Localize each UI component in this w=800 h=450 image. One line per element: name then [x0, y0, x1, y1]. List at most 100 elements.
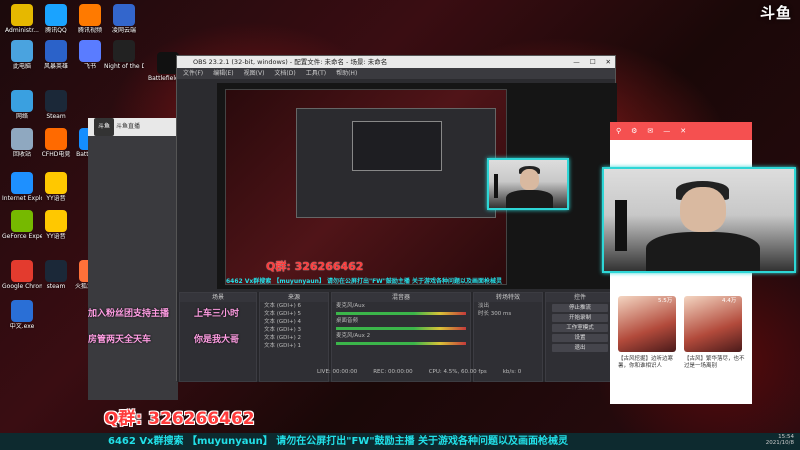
- controls-dock[interactable]: 控件 停止推流 开始录制 工作室模式 设置 退出: [545, 292, 615, 382]
- qq-group-overlay: Q群: 326266462: [104, 409, 255, 429]
- desktop-icon-label: 凌网云端: [111, 27, 136, 34]
- danmu-message: 加入粉丝团支持主播: [88, 309, 170, 319]
- source-item[interactable]: 文本 (GDI+) 6: [260, 302, 328, 310]
- source-item[interactable]: 文本 (GDI+) 5: [260, 310, 328, 318]
- app-icon: [45, 128, 67, 150]
- obs-menubar: 文件(F) 编辑(E) 视图(V) 文档(D) 工具(T) 帮助(H): [177, 68, 615, 79]
- douyu-watermark-logo: 斗鱼: [759, 4, 792, 22]
- status-bitrate: kb/s: 0: [502, 369, 522, 375]
- preview-webcam-frame: [487, 158, 569, 210]
- menu-docks[interactable]: 文档(D): [274, 68, 295, 79]
- playlist-caption[interactable]: 【古风挖掘】边听边寒暑，你和谁相识人: [618, 356, 678, 370]
- desktop-icon[interactable]: Steam: [36, 90, 76, 120]
- sources-dock-title: 来源: [260, 293, 328, 302]
- minimize-icon[interactable]: —: [573, 56, 580, 68]
- app-icon: [45, 90, 67, 112]
- app-icon: [11, 40, 33, 62]
- menu-tools[interactable]: 工具(T): [306, 68, 326, 79]
- douyu-logo: 斗鱼: [94, 118, 115, 136]
- duration-input[interactable]: 300 ms: [491, 311, 511, 317]
- danmu-message: 你是我大哥: [194, 335, 240, 345]
- start-recording-button[interactable]: 开始录制: [552, 314, 608, 322]
- mixer-channel-label: 麦克风/Aux 2: [336, 333, 371, 339]
- mixer-dock-title: 混音器: [332, 293, 470, 302]
- desktop-icon-label: YY语音: [46, 195, 66, 202]
- exit-button[interactable]: 退出: [552, 344, 608, 352]
- studio-mode-button[interactable]: 工作室模式: [552, 324, 608, 332]
- music-app-toolbar: ⚲ ⚙ ✉ — ✕: [610, 122, 752, 140]
- source-item[interactable]: 文本 (GDI+) 3: [260, 326, 328, 334]
- desktop-icon-label: Night of the Dead: [104, 63, 144, 70]
- desktop-icon[interactable]: 凌网云端: [104, 4, 144, 34]
- status-live: LIVE: 00:00:00: [317, 369, 358, 375]
- preview-ticker-text: 6462 Vx群搜索 【muyunyaun】 请勿在公屏打出"FW"鼓励主播 关…: [226, 278, 503, 285]
- obs-titlebar[interactable]: OBS 23.2.1 (32-bit, windows) - 配置文件: 未命名…: [177, 56, 615, 68]
- close-icon[interactable]: ✕: [606, 56, 611, 68]
- mixer-channel-label: 麦克风/Aux: [336, 303, 365, 309]
- browser-tab-bar[interactable]: 斗鱼 斗鱼直播: [88, 118, 178, 136]
- app-icon: [11, 90, 33, 112]
- maximize-icon[interactable]: ☐: [590, 56, 596, 68]
- nested-obs-window: [296, 108, 496, 218]
- browser-window[interactable]: 斗鱼 斗鱼直播: [88, 118, 178, 400]
- minimize-icon[interactable]: —: [663, 127, 670, 135]
- browser-tab-label[interactable]: 斗鱼直播: [116, 123, 140, 130]
- play-count: 4.4万: [722, 298, 737, 304]
- desktop-icon-label: Steam: [46, 113, 66, 120]
- app-icon: [45, 4, 67, 26]
- desktop-icon[interactable]: Night of the Dead: [104, 40, 144, 70]
- desktop-icon-label: YY语音: [46, 233, 66, 240]
- duration-label: 时长: [478, 311, 490, 317]
- app-icon: [79, 40, 101, 62]
- desktop-icon-label: 中文.exe: [9, 323, 35, 330]
- app-icon: [45, 40, 67, 62]
- menu-edit[interactable]: 编辑(E): [213, 68, 233, 79]
- source-item[interactable]: 文本 (GDI+) 2: [260, 334, 328, 342]
- app-icon: [45, 172, 67, 194]
- app-icon: [45, 210, 67, 232]
- app-icon: [11, 128, 33, 150]
- desktop-icon[interactable]: 中文.exe: [2, 300, 42, 330]
- scrolling-ticker: 6462 Vx群搜索 【muyunyaun】 请勿在公屏打出"FW"鼓励主播 关…: [0, 433, 800, 450]
- desktop-icon[interactable]: YY语音: [36, 210, 76, 240]
- app-icon: [11, 260, 33, 282]
- scenes-dock-title: 场景: [180, 293, 256, 302]
- mixer-volume-meter[interactable]: [336, 342, 466, 345]
- source-item[interactable]: 文本 (GDI+) 4: [260, 318, 328, 326]
- webcam-person-image: [604, 169, 794, 271]
- mixer-volume-meter[interactable]: [336, 312, 466, 315]
- mail-icon[interactable]: ✉: [647, 127, 653, 135]
- app-icon: [45, 260, 67, 282]
- mixer-volume-meter[interactable]: [336, 327, 466, 330]
- desktop-icon[interactable]: YY语音: [36, 172, 76, 202]
- menu-view[interactable]: 视图(V): [244, 68, 265, 79]
- status-rec: REC: 00:00:00: [373, 369, 413, 375]
- preview-qq-group-text: Q群: 326266462: [266, 260, 364, 273]
- share-icon[interactable]: ⚲: [616, 127, 621, 135]
- danmu-message: 房管两天全天车: [88, 335, 152, 345]
- source-item[interactable]: 文本 (GDI+) 1: [260, 342, 328, 350]
- controls-dock-title: 控件: [546, 293, 614, 302]
- obs-title-text: OBS 23.2.1 (32-bit, windows) - 配置文件: 未命名…: [193, 58, 388, 66]
- settings-icon[interactable]: ⚙: [631, 127, 637, 135]
- app-icon: [79, 4, 101, 26]
- status-cpu: CPU: 4.5%, 60.00 fps: [428, 369, 487, 375]
- webcam-person-image: [489, 160, 567, 208]
- menu-help[interactable]: 帮助(H): [336, 68, 357, 79]
- menu-file[interactable]: 文件(F): [183, 68, 203, 79]
- transition-select[interactable]: 淡出: [474, 302, 542, 310]
- play-count: 5.5万: [658, 298, 673, 304]
- playlist-caption[interactable]: 【古风】繁华落尽，也不过是一场离别: [684, 356, 748, 370]
- taskbar-clock: 15:54 2021/10/8: [766, 434, 794, 446]
- obs-window[interactable]: OBS 23.2.1 (32-bit, windows) - 配置文件: 未命名…: [176, 55, 617, 382]
- settings-button[interactable]: 设置: [552, 334, 608, 342]
- stop-streaming-button[interactable]: 停止推流: [552, 304, 608, 312]
- danmu-message: 上车三小时: [194, 309, 240, 319]
- close-icon[interactable]: ✕: [680, 127, 686, 135]
- app-icon: [113, 40, 135, 62]
- transitions-dock-title: 转场特效: [474, 293, 542, 302]
- obs-preview-canvas[interactable]: Q群: 326266462 6462 Vx群搜索 【muyunyaun】 请勿在…: [217, 83, 617, 289]
- app-icon: [11, 4, 33, 26]
- app-icon: [11, 300, 33, 322]
- clock-date: 2021/10/8: [765, 440, 794, 446]
